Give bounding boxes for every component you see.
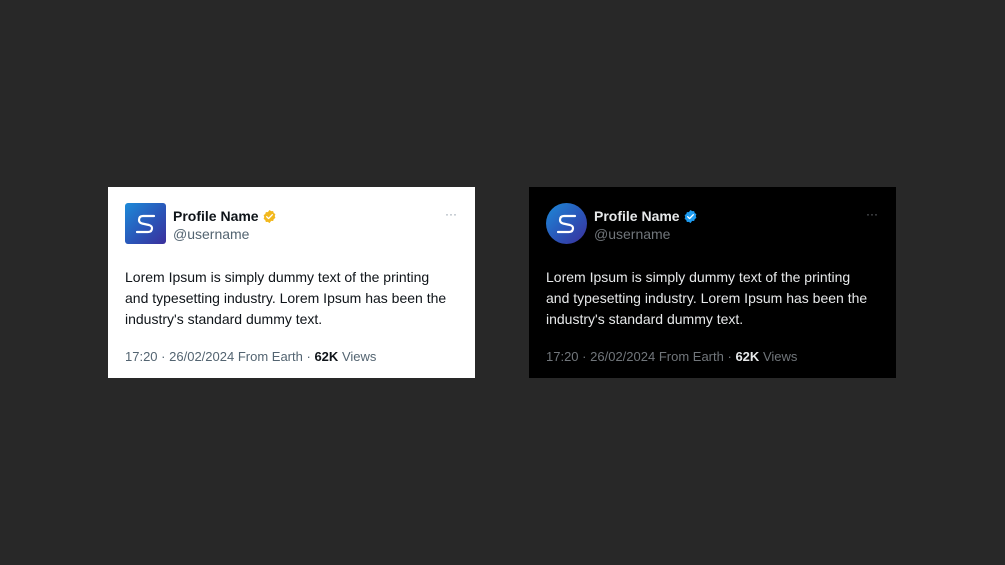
post-date[interactable]: 26/02/2024 [169, 349, 234, 364]
username[interactable]: @username [173, 226, 277, 242]
name-row: Profile Name [594, 206, 698, 226]
author-identity: Profile Name @username [173, 203, 277, 242]
avatar[interactable] [546, 203, 587, 244]
post-text: Lorem Ipsum is simply dummy text of the … [125, 269, 447, 327]
views-count: 62K [735, 349, 760, 364]
meta-separator: · [161, 349, 166, 364]
s-logo-icon [135, 214, 155, 233]
views-label: Views [762, 349, 798, 364]
profile-name[interactable]: Profile Name [173, 206, 259, 226]
username[interactable]: @username [594, 226, 698, 242]
post-location: From Earth [658, 349, 724, 364]
post-location: From Earth [237, 349, 303, 364]
s-logo-icon [556, 214, 576, 233]
more-options-icon[interactable]: ··· [445, 207, 457, 221]
views-count: 62K [314, 349, 339, 364]
post-card-dark: Profile Name @username ··· Lorem Ipsum i… [529, 187, 896, 378]
verified-badge-icon [684, 209, 696, 223]
meta-separator: · [727, 349, 732, 364]
post-header: Profile Name @username ··· [546, 203, 879, 244]
avatar[interactable] [125, 203, 166, 244]
post-meta: 17:20 · 26/02/2024 From Earth · 62K View… [125, 349, 458, 365]
meta-separator: · [582, 349, 587, 364]
post-text: Lorem Ipsum is simply dummy text of the … [546, 269, 868, 327]
verified-badge-icon [263, 209, 275, 223]
post-meta: 17:20 · 26/02/2024 From Earth · 62K View… [546, 349, 879, 365]
meta-separator: · [306, 349, 311, 364]
post-time[interactable]: 17:20 [125, 349, 158, 364]
post-card-light: Profile Name @username ··· Lorem Ipsum i… [108, 187, 475, 378]
post-date[interactable]: 26/02/2024 [590, 349, 655, 364]
author-identity: Profile Name @username [594, 203, 698, 242]
more-options-icon[interactable]: ··· [866, 207, 878, 221]
profile-name[interactable]: Profile Name [594, 206, 680, 226]
views-label: Views [341, 349, 377, 364]
post-header: Profile Name @username ··· [125, 203, 458, 244]
name-row: Profile Name [173, 206, 277, 226]
post-time[interactable]: 17:20 [546, 349, 579, 364]
